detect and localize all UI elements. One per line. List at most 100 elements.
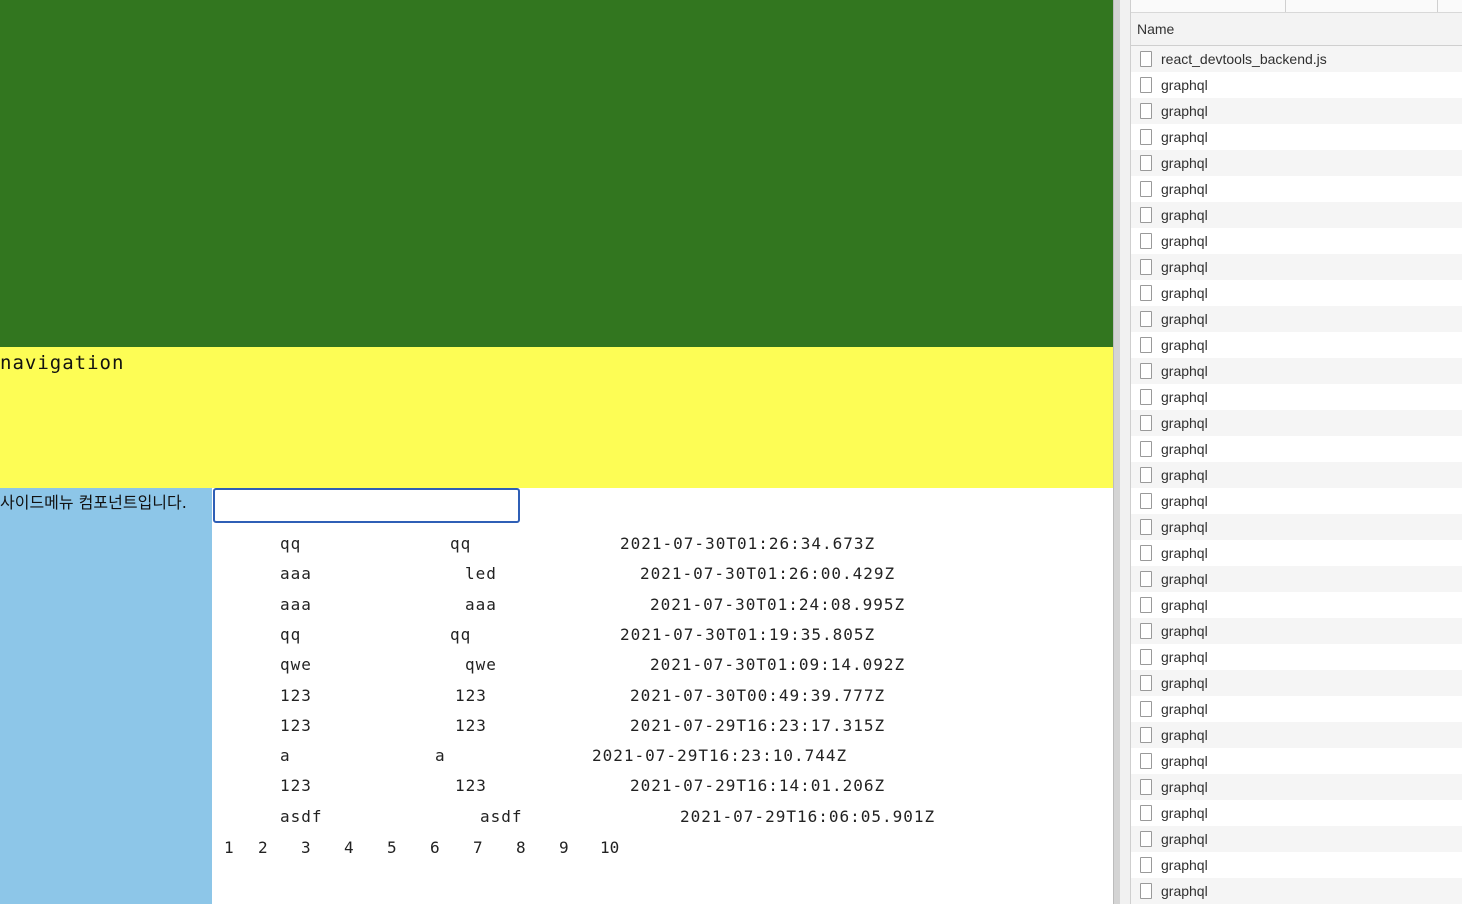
file-icon [1140,155,1152,171]
devtools-splitter[interactable] [1113,0,1120,904]
request-row[interactable]: graphql [1131,202,1462,228]
row-title[interactable]: aaa [280,595,312,615]
devtools-panel: Name react_devtools_backend.js graphql gra… [1120,0,1462,904]
request-row[interactable]: graphql [1131,774,1462,800]
request-name: graphql [1161,441,1208,457]
request-row[interactable]: react_devtools_backend.js [1131,46,1462,72]
request-row[interactable]: graphql [1131,618,1462,644]
page-link-10[interactable]: 10 [600,838,619,858]
page-link-9[interactable]: 9 [559,838,569,858]
request-name: graphql [1161,805,1208,821]
toolbar-divider [1437,0,1438,12]
request-name: graphql [1161,181,1208,197]
row-title[interactable]: a [280,746,291,766]
request-row[interactable]: graphql [1131,98,1462,124]
page-link-6[interactable]: 6 [430,838,440,858]
row-title[interactable]: 123 [280,686,312,706]
name-column-header[interactable]: Name [1131,13,1462,46]
file-icon [1140,51,1152,67]
request-row[interactable]: graphql [1131,436,1462,462]
file-icon [1140,675,1152,691]
request-row[interactable]: graphql [1131,696,1462,722]
request-row[interactable]: graphql [1131,332,1462,358]
request-name: graphql [1161,623,1208,639]
row-title[interactable]: asdf [280,807,323,827]
row-created-at: 2021-07-30T01:19:35.805Z [620,624,876,644]
file-icon [1140,259,1152,275]
page-link-8[interactable]: 8 [516,838,526,858]
request-row[interactable]: graphql [1131,644,1462,670]
request-row[interactable]: graphql [1131,826,1462,852]
request-name: graphql [1161,831,1208,847]
request-row[interactable]: graphql [1131,72,1462,98]
request-row[interactable]: graphql [1131,306,1462,332]
file-icon [1140,701,1152,717]
row-author: 123 [455,685,487,705]
request-name: graphql [1161,857,1208,873]
row-created-at: 2021-07-30T01:09:14.092Z [650,655,906,675]
page-link-5[interactable]: 5 [387,838,397,858]
request-row[interactable]: graphql [1131,280,1462,306]
request-row[interactable]: graphql [1131,384,1462,410]
request-name: graphql [1161,389,1208,405]
request-row[interactable]: graphql [1131,358,1462,384]
row-title[interactable]: 123 [280,776,312,796]
request-row[interactable]: graphql [1131,566,1462,592]
request-row[interactable]: graphql [1131,254,1462,280]
page-link-1[interactable]: 1 [224,838,234,858]
row-title[interactable]: qwe [280,655,312,675]
request-row[interactable]: graphql [1131,852,1462,878]
request-row[interactable]: graphql [1131,800,1462,826]
row-title[interactable]: qq [280,625,301,645]
file-icon [1140,623,1152,639]
row-author: 123 [455,715,487,735]
page-link-7[interactable]: 7 [473,838,483,858]
request-row[interactable]: graphql [1131,748,1462,774]
page-link-4[interactable]: 4 [344,838,354,858]
row-title[interactable]: qq [280,534,301,554]
devtools-toolbar [1131,0,1462,13]
row-author: qq [450,624,472,644]
request-row[interactable]: graphql [1131,462,1462,488]
page-link-2[interactable]: 2 [258,838,268,858]
request-row[interactable]: graphql [1131,488,1462,514]
request-row[interactable]: graphql [1131,592,1462,618]
file-icon [1140,649,1152,665]
request-name: graphql [1161,415,1208,431]
request-name: graphql [1161,649,1208,665]
request-list: react_devtools_backend.js graphql graphql g… [1131,46,1462,904]
file-icon [1140,103,1152,119]
row-created-at: 2021-07-29T16:06:05.901Z [680,806,936,826]
row-author: led [465,564,497,584]
file-icon [1140,753,1152,769]
row-author: 123 [455,776,487,796]
row-author: qwe [465,655,497,675]
page-link-3[interactable]: 3 [301,838,311,858]
request-row[interactable]: graphql [1131,176,1462,202]
request-name: graphql [1161,519,1208,535]
request-row[interactable]: graphql [1131,228,1462,254]
navigation-bar [0,347,1113,488]
request-name: graphql [1161,779,1208,795]
request-row[interactable]: graphql [1131,878,1462,904]
request-row[interactable]: graphql [1131,514,1462,540]
file-icon [1140,129,1152,145]
search-input[interactable] [213,488,520,523]
file-icon [1140,779,1152,795]
request-row[interactable]: graphql [1131,722,1462,748]
request-row[interactable]: graphql [1131,540,1462,566]
request-name: graphql [1161,363,1208,379]
request-name: graphql [1161,285,1208,301]
row-title[interactable]: 123 [280,716,312,736]
file-icon [1140,727,1152,743]
request-row[interactable]: graphql [1131,124,1462,150]
row-title[interactable]: aaa [280,564,312,584]
request-name: graphql [1161,701,1208,717]
request-row[interactable]: graphql [1131,670,1462,696]
file-icon [1140,519,1152,535]
sidebar [0,488,212,904]
header-area [0,0,1113,347]
request-row[interactable]: graphql [1131,150,1462,176]
row-author: aaa [465,594,497,614]
request-row[interactable]: graphql [1131,410,1462,436]
